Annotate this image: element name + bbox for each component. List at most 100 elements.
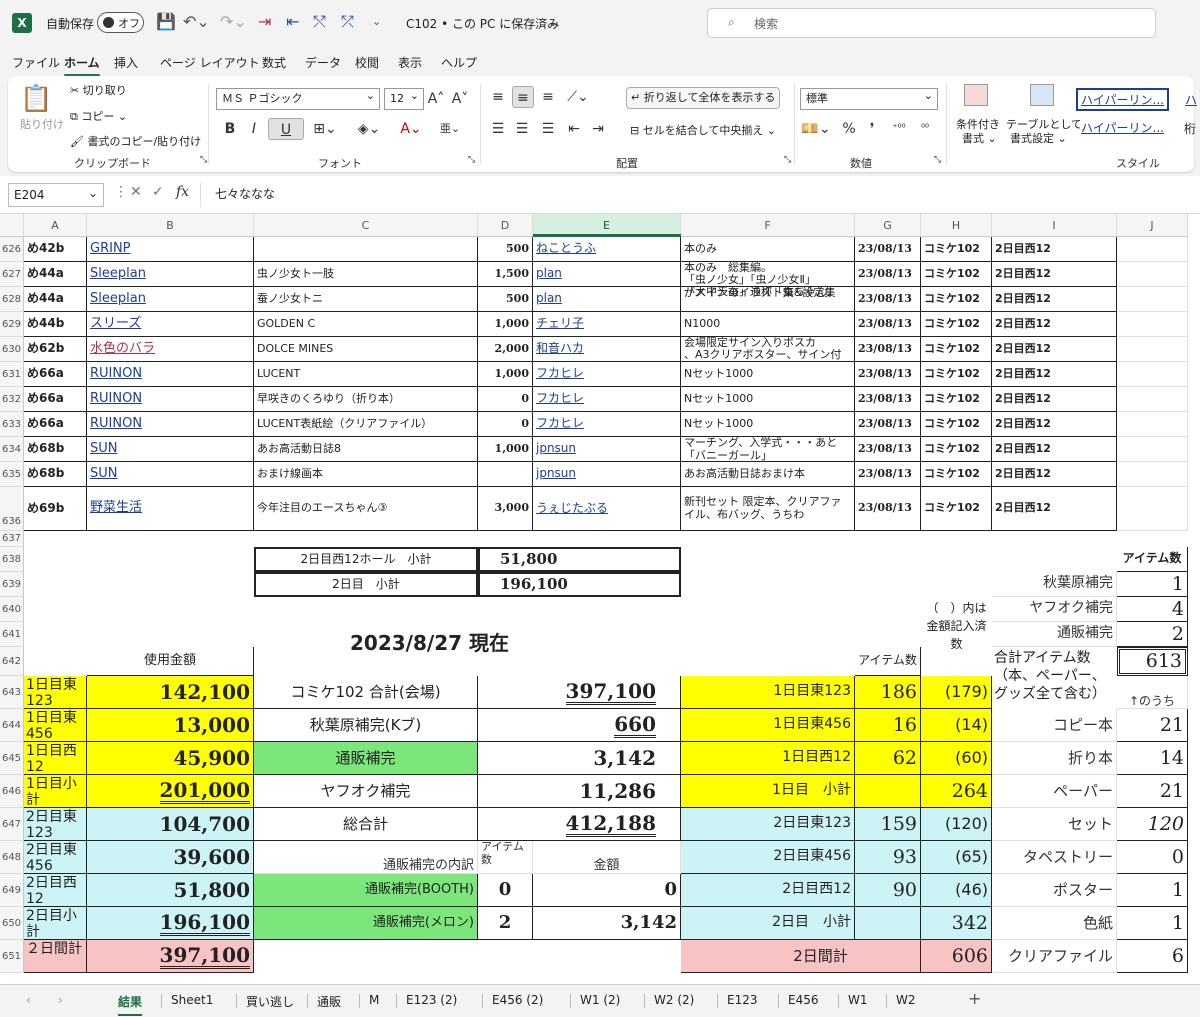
sheet-tab--[interactable]: 結果 — [118, 993, 143, 1016]
row-header[interactable]: 646 — [0, 775, 24, 808]
merge-center-button[interactable]: ⊟ セルを結合して中央揃え ⌄ — [630, 122, 776, 138]
quick-access-icon-1[interactable]: ⇥ — [258, 10, 271, 34]
row-header[interactable]: 647 — [0, 808, 24, 841]
cut-button[interactable]: ✂ 切り取り — [70, 82, 127, 98]
decrease-decimal-icon[interactable]: ⁰⁰ — [914, 118, 936, 140]
circle-link[interactable]: RUINON — [87, 387, 254, 412]
name-box[interactable]: E204 — [8, 182, 104, 207]
more-icon[interactable]: ⋮ — [114, 184, 128, 200]
row-header[interactable]: 649 — [0, 874, 24, 907]
row-header[interactable]: 630 — [0, 337, 24, 362]
search-input[interactable]: 検索 — [754, 15, 778, 32]
author-link[interactable]: 和音ハカ — [533, 337, 681, 362]
paste-button[interactable]: 貼り付け — [20, 116, 64, 132]
decrease-indent-icon[interactable]: ⇤ — [564, 118, 584, 140]
orientation-icon[interactable]: ⟋⌄ — [564, 86, 592, 108]
row-header[interactable]: 643 — [0, 676, 24, 709]
circle-link[interactable]: GRINP — [87, 237, 254, 262]
sheet-tab-w2-2-[interactable]: W2 (2) — [654, 993, 694, 1007]
row-header[interactable]: 638 — [0, 547, 24, 572]
sheet-tab-sheet1[interactable]: Sheet1 — [171, 993, 213, 1007]
percent-icon[interactable]: % — [840, 118, 858, 140]
circle-link[interactable]: RUINON — [87, 362, 254, 387]
circle-link[interactable]: Sleeplan — [87, 262, 254, 287]
column-header-a[interactable]: A — [24, 214, 87, 237]
sheet-tab-w2[interactable]: W2 — [896, 993, 916, 1007]
prev-sheet-icon[interactable]: ‹ — [26, 993, 31, 1007]
row-header[interactable]: 632 — [0, 387, 24, 412]
circle-link[interactable]: スリーズ — [87, 312, 254, 337]
menu-data[interactable]: データ — [305, 54, 341, 71]
customize-qat-icon[interactable]: ⌄ — [372, 10, 381, 34]
font-name-select[interactable]: ＭＳ Ｐゴシック — [216, 86, 380, 110]
row-header[interactable]: 642 — [0, 647, 24, 676]
row-header[interactable]: 640 — [0, 597, 24, 622]
menu-formulas[interactable]: 数式 — [262, 54, 286, 71]
row-header[interactable]: 639 — [0, 572, 24, 597]
author-link[interactable]: フカヒレ — [533, 362, 681, 387]
sheet-tab-e123-2-[interactable]: E123 (2) — [406, 993, 457, 1007]
conditional-format-icon[interactable] — [964, 84, 988, 106]
circle-link[interactable]: Sleeplan — [87, 287, 254, 312]
copy-button[interactable]: ⧉ コピー ⌄ — [70, 108, 127, 124]
format-as-table-icon[interactable] — [1030, 84, 1054, 106]
dialog-launcher-icon[interactable]: ⤡ — [784, 155, 791, 165]
menu-file[interactable]: ファイル — [12, 54, 60, 71]
grow-font-icon[interactable]: A˄ — [426, 88, 446, 110]
select-all-corner[interactable] — [0, 214, 24, 237]
sheet-tab--[interactable]: 買い逃し — [246, 993, 294, 1010]
bold-button[interactable]: B — [222, 118, 238, 140]
circle-link[interactable]: 野菜生活 — [87, 487, 254, 531]
chevron-down-icon[interactable]: ⌄ — [548, 15, 558, 29]
author-link[interactable]: plan — [533, 262, 681, 287]
dialog-launcher-icon[interactable]: ⤡ — [934, 155, 941, 165]
undo-icon[interactable]: ↶⌄ — [183, 10, 210, 34]
row-header[interactable]: 648 — [0, 841, 24, 874]
row-header[interactable]: 650 — [0, 907, 24, 940]
row-header[interactable]: 635 — [0, 462, 24, 487]
menu-help[interactable]: ヘルプ — [441, 54, 477, 71]
column-header-g[interactable]: G — [855, 214, 921, 237]
circle-link[interactable]: SUN — [87, 462, 254, 487]
author-link[interactable]: jpnsun — [533, 462, 681, 487]
italic-button[interactable]: I — [246, 118, 262, 140]
row-header[interactable]: 637 — [0, 531, 24, 547]
add-sheet-icon[interactable]: + — [968, 989, 981, 1008]
borders-icon[interactable]: ⊞⌄ — [310, 118, 340, 140]
column-header-f[interactable]: F — [681, 214, 855, 237]
author-link[interactable]: うぇじたぶる — [533, 487, 681, 531]
align-top-icon[interactable]: ≡ — [488, 86, 508, 108]
row-header[interactable]: 641 — [0, 622, 24, 647]
row-header[interactable]: 645 — [0, 742, 24, 775]
sheet-tab-w1-2-[interactable]: W1 (2) — [580, 993, 620, 1007]
row-header[interactable]: 628 — [0, 287, 24, 312]
currency-icon[interactable]: 💴⌄ — [800, 118, 832, 140]
align-middle-icon[interactable]: ≡ — [512, 86, 534, 108]
column-header-j[interactable]: J — [1117, 214, 1188, 237]
menu-view[interactable]: 表示 — [398, 54, 422, 71]
save-icon[interactable]: 💾 — [156, 10, 176, 34]
formula-input[interactable]: 七々ななな — [200, 183, 1200, 207]
row-header[interactable]: 631 — [0, 362, 24, 387]
column-header-c[interactable]: C — [254, 214, 478, 237]
row-header[interactable]: 626 — [0, 237, 24, 262]
increase-indent-icon[interactable]: ⇥ — [588, 118, 608, 140]
increase-decimal-icon[interactable]: ⁺⁰⁰ — [888, 118, 910, 140]
dialog-launcher-icon[interactable]: ⤡ — [200, 155, 207, 165]
search-box[interactable]: ⌕ 検索 — [707, 8, 1156, 38]
next-sheet-icon[interactable]: › — [58, 993, 63, 1007]
author-link[interactable]: チェリ子 — [533, 312, 681, 337]
cell-style-followed-hyperlink[interactable]: ハイパーリン... — [1080, 118, 1165, 137]
column-header-h[interactable]: H — [921, 214, 992, 237]
insert-function-icon[interactable]: fx — [176, 184, 189, 200]
autosave-toggle[interactable]: オフ — [97, 12, 144, 33]
circle-link[interactable]: RUINON — [87, 412, 254, 437]
quick-access-icon-4[interactable]: ⤱ — [341, 10, 354, 34]
author-link[interactable]: ねことうふ — [533, 237, 681, 262]
sheet-tab-e456[interactable]: E456 — [788, 993, 819, 1007]
column-header-d[interactable]: D — [478, 214, 533, 237]
cell-style-4[interactable]: 桁 — [1184, 120, 1196, 137]
font-size-select[interactable]: 12 — [384, 86, 424, 110]
author-link[interactable]: jpnsun — [533, 437, 681, 462]
quick-access-icon-2[interactable]: ⇤ — [286, 10, 299, 34]
